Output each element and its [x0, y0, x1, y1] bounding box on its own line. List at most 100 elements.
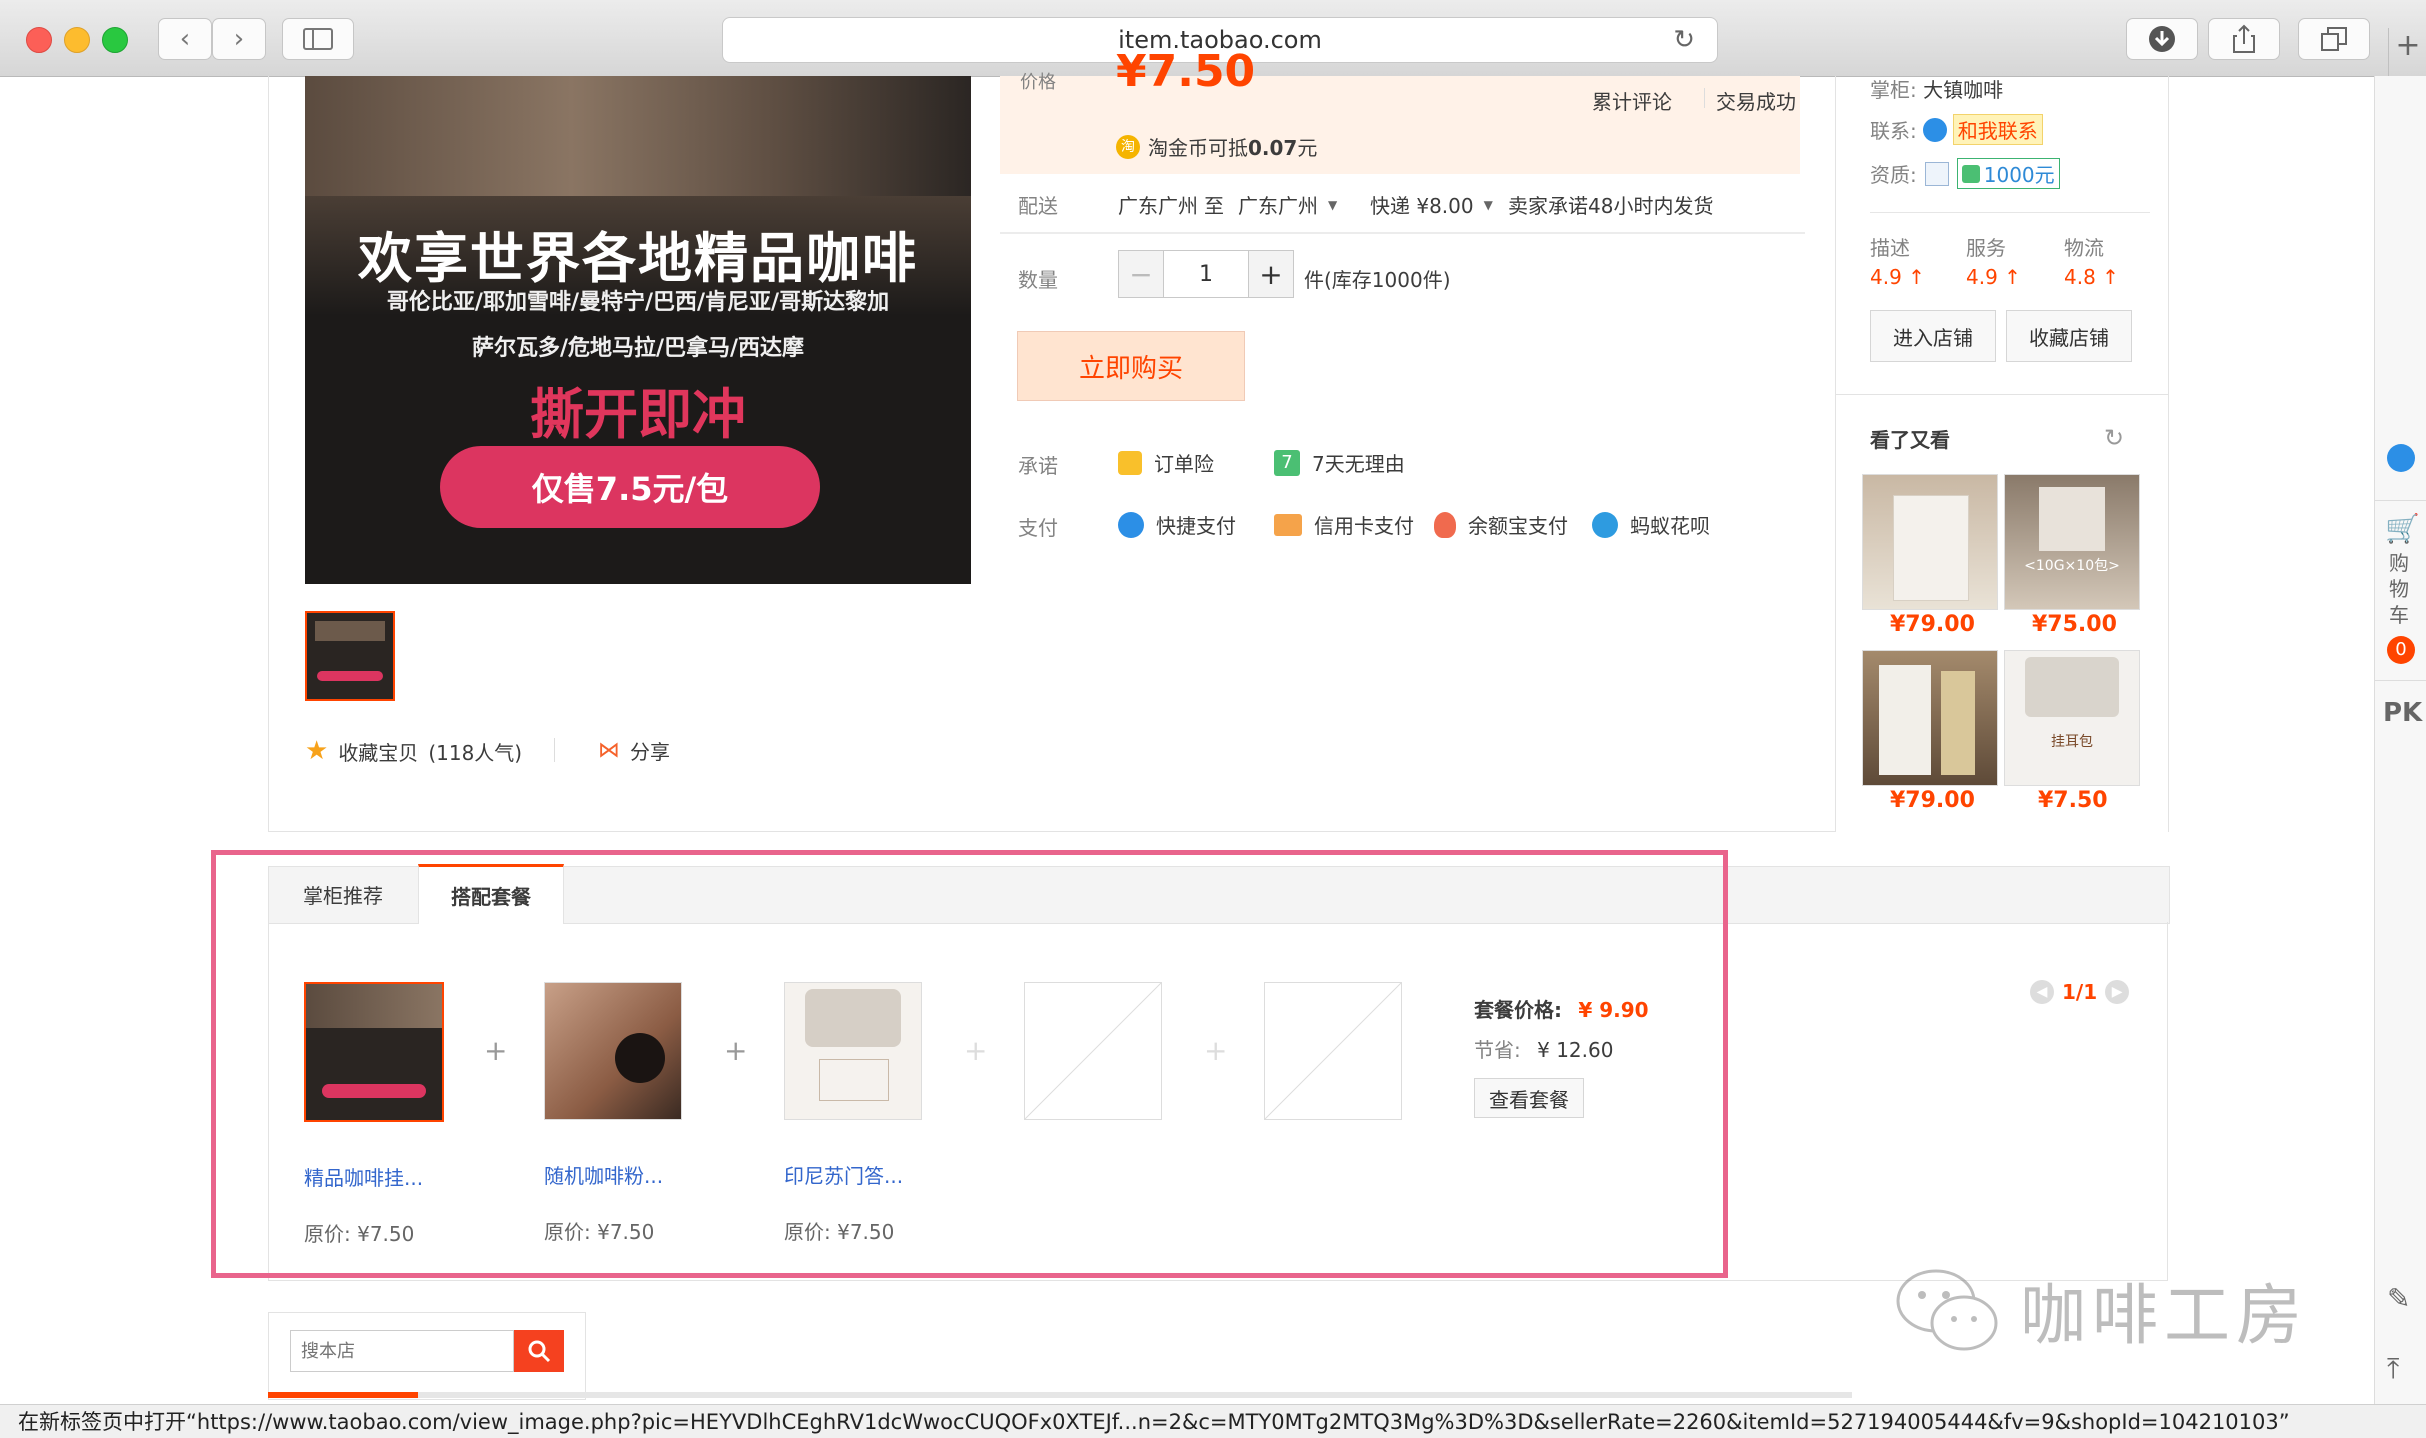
shop-search-field[interactable] [291, 1331, 513, 1371]
main-box-left-border [268, 76, 269, 832]
product-price: ¥7.50 [1116, 46, 1256, 97]
combo-item-1-orig-price: 原价: ¥7.50 [304, 1222, 415, 1246]
tab-combo[interactable]: 搭配套餐 [418, 864, 564, 924]
close-window-button[interactable] [26, 27, 52, 53]
also-viewed-item-1-price[interactable]: ¥79.00 [1890, 612, 1975, 637]
also-viewed-item-4-image[interactable]: 挂耳包 [2004, 650, 2140, 786]
drip-bag-photo [805, 989, 901, 1047]
downloads-button[interactable] [2126, 18, 2198, 60]
pk-button[interactable]: PK [2383, 698, 2422, 728]
product-thumbnail[interactable] [305, 611, 395, 701]
quantity-input[interactable]: 1 [1164, 251, 1248, 297]
favorite-shop-button[interactable]: 收藏店铺 [2006, 310, 2132, 362]
thumbnail-photo [315, 621, 385, 641]
quantity-stepper[interactable]: − 1 + [1118, 250, 1294, 298]
tabs-icon [2321, 27, 2347, 51]
shipping-divider [1000, 232, 1805, 234]
combo-item-2-name[interactable]: 随机咖啡粉... [544, 1160, 663, 1189]
ship-to-city: 广东广州 [1238, 194, 1318, 218]
back-button[interactable]: ‹ [158, 18, 212, 60]
contact-seller-button[interactable]: 和我联系 [1952, 114, 2043, 145]
tab-recommend[interactable]: 掌柜推荐 [268, 866, 418, 922]
also-viewed-item-4-price[interactable]: ¥7.50 [2038, 788, 2108, 813]
wechat-icon [1896, 1269, 1998, 1351]
buy-now-button[interactable]: 立即购买 [1017, 331, 1245, 401]
caret-down-icon: ▼ [1328, 197, 1338, 212]
sidebar-icon [303, 28, 333, 50]
zoom-window-button[interactable] [102, 27, 128, 53]
also-viewed-item-3-image[interactable] [1862, 650, 1998, 786]
edit-icon[interactable]: ✎ [2387, 1282, 2410, 1315]
drip-bag-label-box [819, 1059, 889, 1101]
refresh-icon[interactable]: ↻ [2104, 424, 2124, 452]
shipping-label: 配送 [1018, 194, 1058, 218]
also-viewed-item-2-price[interactable]: ¥75.00 [2032, 612, 2117, 637]
product-main-image[interactable]: 欢享世界各地精品咖啡 哥伦比亚/耶加雪啡/曼特宁/巴西/肯尼亚/哥斯达黎加 萨尔… [305, 76, 971, 584]
combo-item-3-name[interactable]: 印尼苏门答... [784, 1160, 903, 1189]
favorite-share-divider [554, 738, 555, 762]
yuebao-icon [1434, 511, 1456, 538]
back-to-top-icon[interactable]: ⤒ [2387, 1352, 2399, 1386]
rating-service: 服务 4.9 ↑ [1966, 232, 2021, 289]
combo-item-1-name[interactable]: 精品咖啡挂... [304, 1162, 423, 1191]
pager-prev-icon[interactable]: ◀ [2030, 980, 2054, 1004]
also-viewed-top-border [1836, 394, 2168, 395]
shop-qualification-row: 资质: 1000元 [1870, 158, 2060, 189]
payment-huabei[interactable]: 蚂蚁花呗 [1592, 510, 1710, 539]
id-card-icon[interactable] [1924, 161, 1949, 186]
tab-panel-left-border [268, 922, 269, 1280]
cumulative-reviews-label[interactable]: 累计评论 [1592, 86, 1672, 115]
cart-icon[interactable]: 🛒 [2385, 512, 2420, 545]
share-text: 分享 [630, 740, 670, 764]
combo-item-1-image[interactable] [304, 982, 444, 1122]
combo-plus: + [724, 1034, 748, 1067]
price-label: 价格 [1020, 72, 1056, 93]
shop-search-button[interactable] [514, 1330, 564, 1372]
ship-to-select[interactable]: 广东广州 ▼ [1238, 190, 1337, 219]
drip-bag-photo [2025, 657, 2119, 717]
pager-next-icon[interactable]: ▶ [2105, 980, 2130, 1004]
watermark-text: 咖啡工房 [2020, 1277, 2308, 1354]
also-viewed-item-2-image[interactable]: <10G×10包> [2004, 474, 2140, 610]
also-viewed-item-3-price[interactable]: ¥79.00 [1890, 788, 1975, 813]
shop-contact-row: 联系: 和我联系 [1870, 114, 2043, 145]
also-viewed-item-1-image[interactable] [1862, 474, 1998, 610]
new-tab-button[interactable]: + [2388, 28, 2426, 76]
shop-owner-row: 掌柜: 大镇咖啡 [1870, 74, 2003, 103]
combo-badge [322, 1084, 426, 1098]
deposit-badge[interactable]: 1000元 [1956, 158, 2060, 189]
forward-button[interactable]: › [212, 18, 266, 60]
payment-credit-card[interactable]: 信用卡支付 [1274, 510, 1414, 539]
shop-divider [1870, 212, 2150, 213]
transactions-label[interactable]: 交易成功 [1704, 86, 1796, 115]
payment-quick[interactable]: 快捷支付 [1118, 510, 1236, 539]
tabs-overview-button[interactable] [2298, 18, 2370, 60]
combo-item-2-image[interactable] [544, 982, 682, 1120]
favorite-item-link[interactable]: ★ 收藏宝贝 (118人气) [305, 736, 522, 766]
reload-icon[interactable]: ↻ [1673, 25, 1695, 55]
express-select[interactable]: 快递 ¥8.00 ▼ [1370, 190, 1493, 219]
rating-label: 物流 [2064, 236, 2104, 260]
promise-label: 承诺 [1018, 454, 1058, 478]
cart-label[interactable]: 购物车 [2389, 550, 2413, 628]
share-link[interactable]: ⋈ 分享 [598, 736, 670, 765]
decrease-button[interactable]: − [1119, 251, 1164, 297]
combo-item-3-image[interactable] [784, 982, 922, 1120]
promise-order-insurance[interactable]: 订单险 [1118, 448, 1214, 477]
combo-empty-slot [1264, 982, 1402, 1120]
view-combo-button[interactable]: 查看套餐 [1474, 1078, 1584, 1118]
payment-item-label: 信用卡支付 [1314, 514, 1414, 538]
increase-button[interactable]: + [1248, 251, 1293, 297]
search-icon [528, 1340, 551, 1363]
enter-shop-button[interactable]: 进入店铺 [1870, 310, 1996, 362]
share-button[interactable] [2208, 18, 2280, 60]
shop-search-input[interactable] [290, 1330, 514, 1372]
payment-yuebao[interactable]: 余额宝支付 [1434, 510, 1568, 539]
sidebar-toggle-button[interactable] [282, 18, 354, 60]
wangwang-icon[interactable] [2387, 444, 2415, 472]
minimize-window-button[interactable] [64, 27, 90, 53]
combo-item-2-orig-price: 原价: ¥7.50 [544, 1220, 655, 1244]
shop-owner[interactable]: 大镇咖啡 [1923, 78, 2003, 102]
shield-icon [1961, 164, 1980, 183]
promise-seven-day-return[interactable]: 7 7天无理由 [1274, 448, 1405, 477]
